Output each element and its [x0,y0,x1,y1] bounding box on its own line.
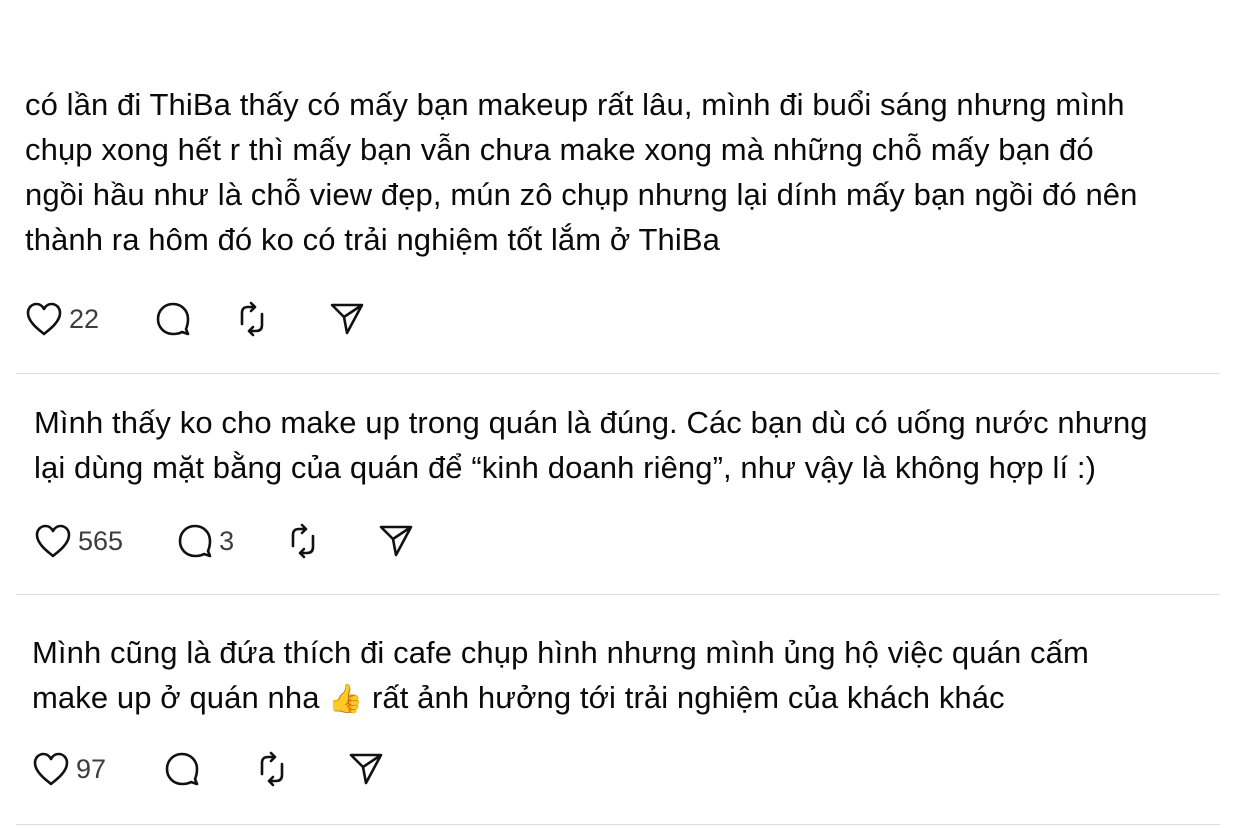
reply-button[interactable]: 3 [177,523,234,559]
repost-button[interactable] [284,522,322,560]
post-actions: 97 [32,750,384,788]
comment-icon [156,302,190,336]
send-icon [330,303,364,335]
thumbs-up-emoji: 👍 [328,683,364,714]
like-count: 97 [76,753,107,784]
post-line: có lần đi ThiBa thấy có mấy bạn makeup r… [25,87,1125,122]
post-divider [16,594,1220,595]
post-actions: 22 [25,300,365,338]
send-icon [349,753,383,785]
repost-icon [291,523,315,559]
post-divider [16,824,1220,825]
post-line: lại dùng mặt bằng của quán để “kinh doan… [34,450,1097,485]
post-line: rất ảnh hưởng tới trải nghiệm của khách … [363,680,1005,715]
post-line: make up ở quán nha [32,680,320,715]
share-button[interactable] [348,751,384,787]
post-line: chụp xong hết r thì mấy bạn vẫn chưa mak… [25,132,1094,167]
post-text: Mình cũng là đứa thích đi cafe chụp hình… [32,630,1089,721]
send-icon [379,525,413,557]
heart-icon [33,752,69,786]
repost-button[interactable] [233,300,271,338]
post-text: có lần đi ThiBa thấy có mấy bạn makeup r… [25,82,1137,262]
post-divider [16,373,1220,374]
comment-icon [178,524,212,558]
like-count: 565 [78,525,124,556]
post-line: thành ra hôm đó ko có trải nghiệm tốt lắ… [25,222,720,257]
repost-button[interactable] [253,750,291,788]
reply-count: 3 [219,525,235,556]
post-actions: 565 3 [34,522,414,560]
reply-button[interactable] [155,301,191,337]
post-line: ngồi hầu như là chỗ view đẹp, mún zô chụ… [25,177,1138,212]
repost-icon [260,751,284,787]
heart-icon [26,302,62,336]
like-button[interactable]: 22 [25,301,99,337]
share-button[interactable] [329,301,365,337]
post-text: Mình thấy ko cho make up trong quán là đ… [34,400,1148,490]
heart-icon [35,524,71,558]
share-button[interactable] [378,523,414,559]
reply-button[interactable] [164,751,200,787]
like-button[interactable]: 565 [34,523,123,559]
comment-icon [165,752,199,786]
repost-icon [240,301,264,337]
like-button[interactable]: 97 [32,751,106,787]
post-line: Mình cũng là đứa thích đi cafe chụp hình… [32,635,1089,670]
like-count: 22 [69,303,100,334]
post-line: Mình thấy ko cho make up trong quán là đ… [34,405,1148,440]
